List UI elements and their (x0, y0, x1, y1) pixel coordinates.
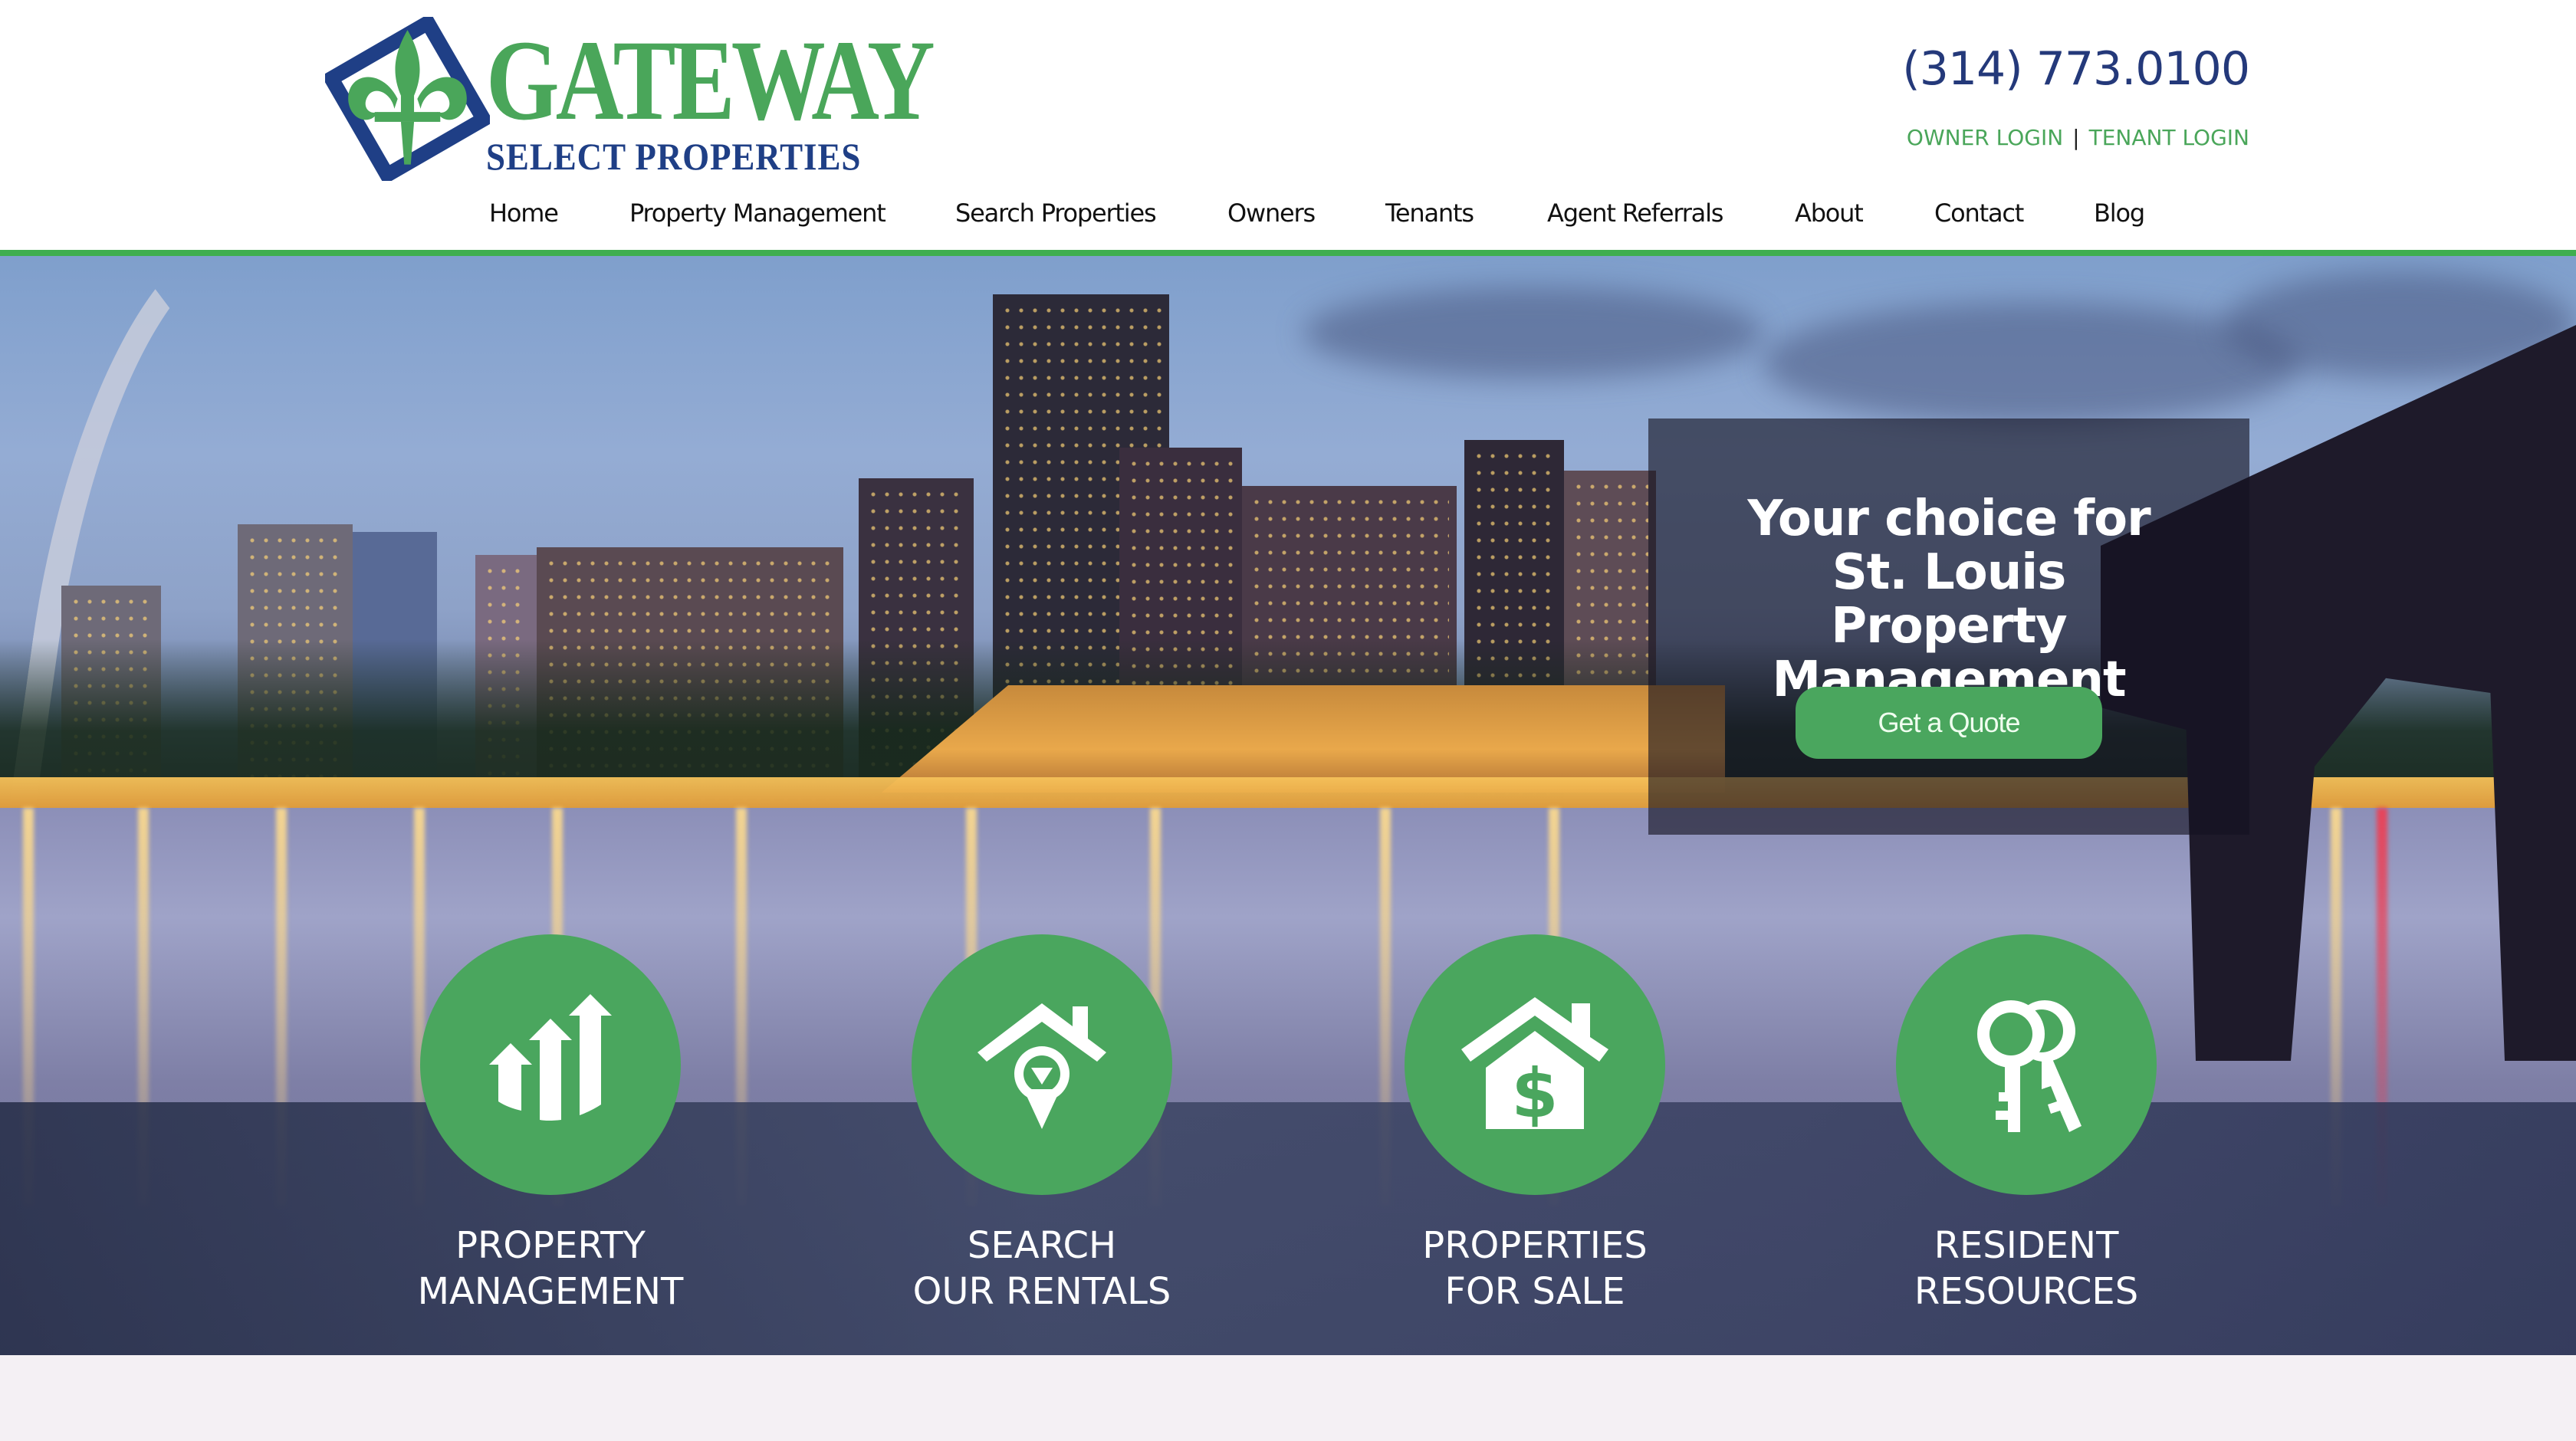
login-separator: | (2072, 125, 2080, 150)
feature-resident-resources[interactable]: RESIDENT RESOURCES (1865, 934, 2187, 1315)
feature-label-line1: SEARCH (967, 1224, 1117, 1267)
svg-text:$: $ (1511, 1054, 1558, 1133)
feature-label-line1: RESIDENT (1934, 1224, 2119, 1267)
feature-label-line2: OUR RENTALS (912, 1270, 1171, 1313)
nav-owners[interactable]: Owners (1227, 190, 1316, 236)
header-accent-rule (0, 250, 2576, 256)
feature-label-line2: RESOURCES (1914, 1270, 2139, 1313)
page: GATEWAY SELECT PROPERTIES (314) 773.0100… (0, 0, 2576, 1441)
site-logo[interactable]: GATEWAY SELECT PROPERTIES (325, 17, 935, 181)
feature-label-line1: PROPERTIES (1422, 1224, 1648, 1267)
growth-arrows-icon (489, 994, 612, 1121)
fleur-de-lis-logo-icon (325, 17, 490, 181)
house-location-pin-icon (978, 1003, 1106, 1129)
keys-icon (1977, 1000, 2082, 1132)
get-a-quote-button[interactable]: Get a Quote (1796, 687, 2102, 759)
features-band (0, 1102, 2576, 1355)
nav-property-management[interactable]: Property Management (629, 190, 886, 236)
nav-blog[interactable]: Blog (2094, 190, 2145, 236)
riverfront-levee (882, 685, 1725, 793)
feature-label-line2: MANAGEMENT (417, 1270, 684, 1313)
feature-properties-for-sale[interactable]: $ PROPERTIES FOR SALE (1374, 934, 1696, 1315)
logo-title: GATEWAY (486, 17, 935, 144)
nav-tenants[interactable]: Tenants (1385, 190, 1474, 236)
feature-label-line1: PROPERTY (455, 1224, 646, 1267)
owner-login-link[interactable]: OWNER LOGIN (1907, 125, 2063, 150)
feature-search-rentals[interactable]: SEARCH OUR RENTALS (881, 934, 1203, 1315)
nav-home[interactable]: Home (489, 190, 559, 236)
house-dollar-icon: $ (1461, 997, 1608, 1133)
hero-cta-panel: Your choice for St. Louis Property Manag… (1648, 419, 2249, 835)
feature-label-line2: FOR SALE (1444, 1270, 1625, 1313)
nav-about[interactable]: About (1795, 190, 1864, 236)
nav-agent-referrals[interactable]: Agent Referrals (1547, 190, 1723, 236)
main-nav: Home Property Management Search Properti… (0, 190, 2576, 236)
nav-contact[interactable]: Contact (1934, 190, 2024, 236)
login-links: OWNER LOGIN | TENANT LOGIN (1907, 123, 2249, 153)
feature-property-management[interactable]: PROPERTY MANAGEMENT (389, 934, 711, 1315)
logo-tagline: SELECT PROPERTIES (486, 135, 862, 178)
site-header: GATEWAY SELECT PROPERTIES (314) 773.0100… (0, 0, 2576, 251)
tenant-login-link[interactable]: TENANT LOGIN (2089, 125, 2249, 150)
hero-headline: Your choice for St. Louis Property Manag… (1747, 491, 2150, 708)
page-below-fold (0, 1355, 2576, 1441)
nav-search-properties[interactable]: Search Properties (955, 190, 1157, 236)
phone-number-link[interactable]: (314) 773.0100 (1902, 38, 2250, 100)
